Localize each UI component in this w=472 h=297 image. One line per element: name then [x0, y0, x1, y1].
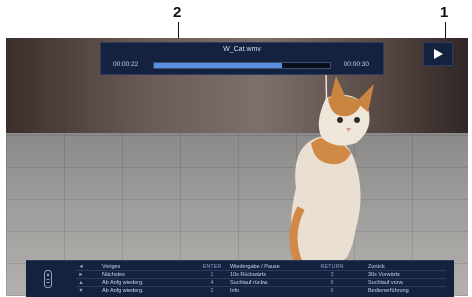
- key-action: Suchlauf rückw.: [230, 280, 269, 286]
- key-action: Info: [230, 288, 240, 294]
- file-name: W_Cat.wmv: [223, 46, 261, 53]
- key-label: 1: [210, 272, 214, 278]
- elapsed-time: 00:00:22: [113, 61, 139, 68]
- key-guide-row: ▲ Ab Anfg wiederg. 4 Suchlauf rückw. 6 S…: [76, 279, 446, 287]
- key-action: Voriges: [102, 264, 121, 270]
- down-arrow-icon: ▼: [78, 288, 84, 294]
- callout-1: 1: [440, 4, 449, 21]
- left-arrow-icon: ◄: [78, 264, 84, 270]
- total-time: 00:00:30: [343, 61, 369, 68]
- key-label: 6: [330, 280, 334, 286]
- key-action: Nächstes: [102, 272, 125, 278]
- video-frame[interactable]: [6, 38, 468, 296]
- up-arrow-icon: ▲: [78, 280, 84, 286]
- key-guide-row: ► Nächstes 1 10s Rückwärts 3 30s Vorwärt…: [76, 271, 446, 279]
- key-label: 4: [210, 280, 214, 286]
- callout-2: 2: [173, 4, 182, 21]
- progress-bar[interactable]: [153, 62, 331, 69]
- key-label: 2: [210, 288, 214, 294]
- key-guide-row: ▼ Ab Anfg wiederg. 2 Info 5 Bedienerführ…: [76, 287, 446, 295]
- remote-control-icon: [44, 270, 52, 288]
- key-action: Bedienerführung: [368, 288, 409, 294]
- key-action: Wiedergabe / Pause: [230, 264, 280, 270]
- progress-fill: [154, 63, 283, 68]
- playback-bar: W_Cat.wmv 00:00:22 00:00:30: [100, 42, 384, 75]
- key-action: Zurück: [368, 264, 385, 270]
- key-action: Ab Anfg wiederg.: [102, 288, 144, 294]
- key-action: 10s Rückwärts: [230, 272, 267, 278]
- key-label: 5: [330, 288, 334, 294]
- key-action: Ab Anfg wiederg.: [102, 280, 144, 286]
- key-action: Suchlauf vorw.: [368, 280, 404, 286]
- key-label: RETURN: [320, 264, 344, 270]
- key-guide-row: ◄ Voriges ENTER Wiedergabe / Pause RETUR…: [76, 263, 446, 271]
- play-icon: [434, 49, 443, 59]
- key-action: 30s Vorwärts: [368, 272, 400, 278]
- key-label: ENTER: [202, 264, 222, 270]
- right-arrow-icon: ►: [78, 272, 84, 278]
- key-label: 3: [330, 272, 334, 278]
- playback-status-box: [423, 42, 453, 66]
- key-guide-panel: ◄ Voriges ENTER Wiedergabe / Pause RETUR…: [26, 260, 454, 297]
